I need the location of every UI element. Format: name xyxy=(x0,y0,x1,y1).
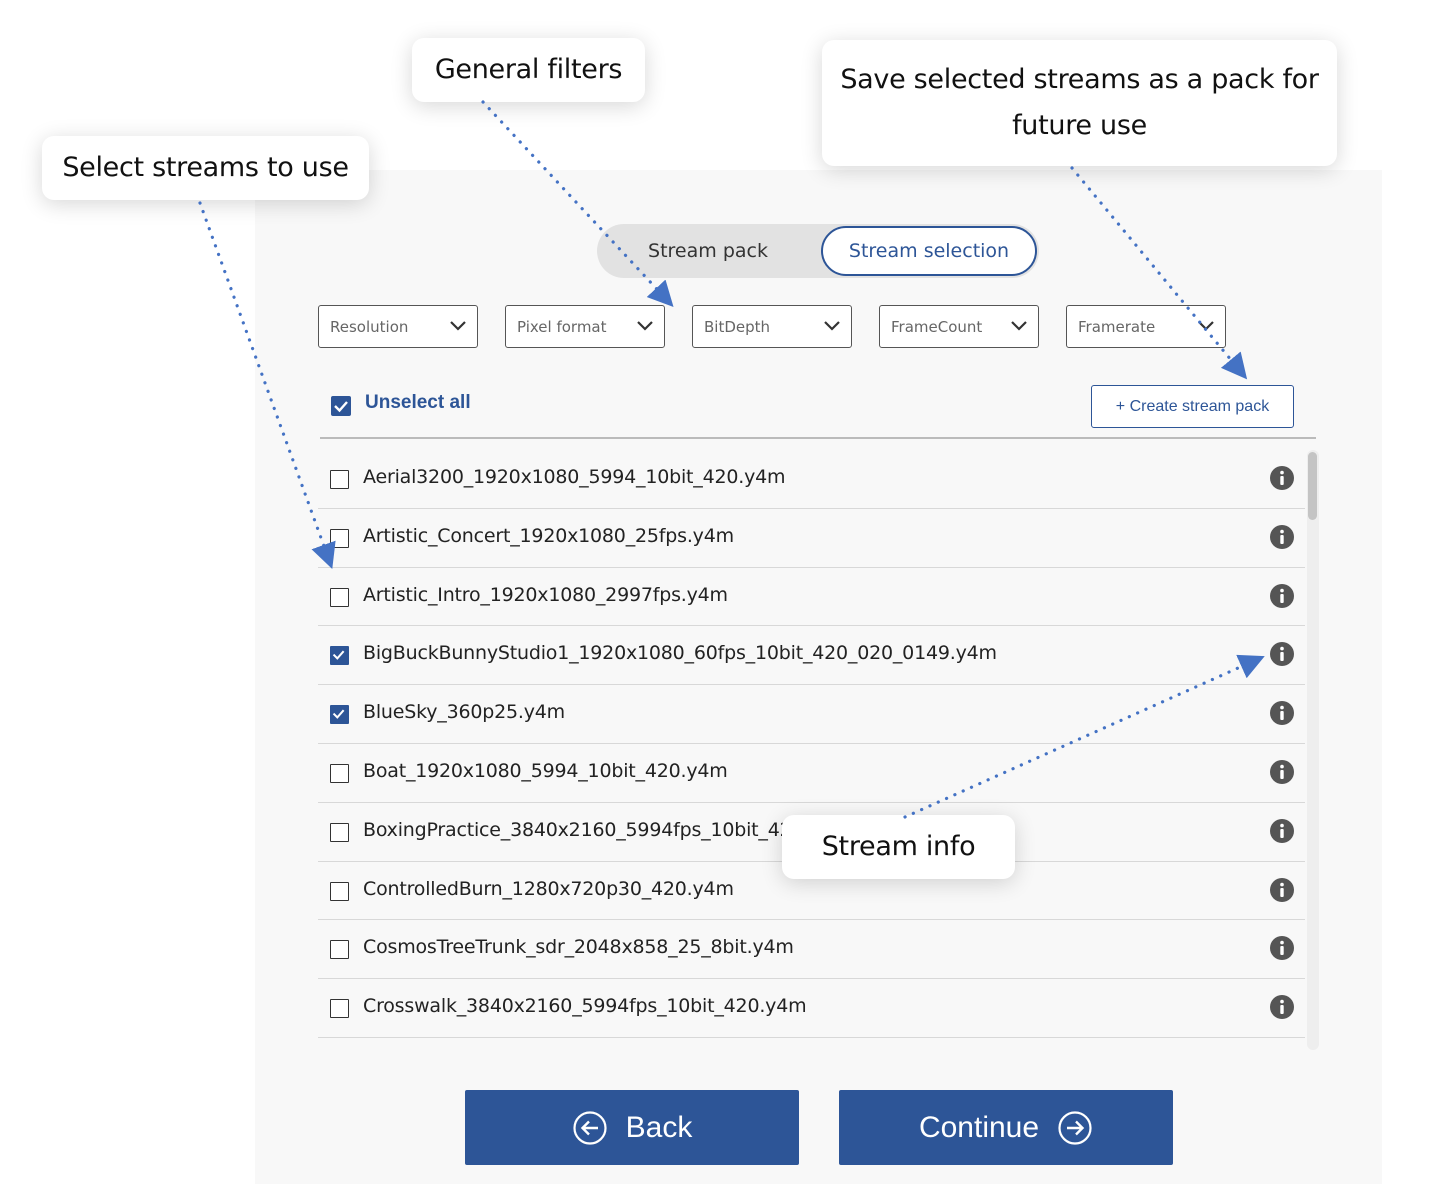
check-icon xyxy=(332,650,345,661)
stream-name: CosmosTreeTrunk_sdr_2048x858_25_8bit.y4m xyxy=(363,936,794,959)
callout-save-pack: Save selected streams as a pack for futu… xyxy=(822,40,1337,166)
stream-name: Artistic_Intro_1920x1080_2997fps.y4m xyxy=(363,583,728,606)
back-button[interactable]: Back xyxy=(465,1090,799,1165)
stream-checkbox[interactable] xyxy=(330,528,349,548)
filter-label: Framerate xyxy=(1078,317,1156,336)
info-icon[interactable] xyxy=(1270,759,1294,784)
filter-label: Pixel format xyxy=(517,317,607,336)
callout-text: future use xyxy=(1012,110,1147,141)
pixel-format-filter[interactable]: Pixel format xyxy=(505,305,665,348)
filter-label: FrameCount xyxy=(891,317,983,336)
stream-name: Boat_1920x1080_5994_10bit_420.y4m xyxy=(363,759,728,782)
filter-label: Resolution xyxy=(330,317,409,336)
arrow-right-circle-icon xyxy=(1058,1110,1092,1145)
chevron-down-icon xyxy=(637,321,653,331)
callout-text: General filters xyxy=(434,54,623,85)
stream-name: BoxingPractice_3840x2160_5994fps_10bit_4… xyxy=(363,818,851,841)
resolution-filter[interactable]: Resolution xyxy=(318,305,478,348)
stream-checkbox[interactable] xyxy=(330,763,349,783)
info-icon[interactable] xyxy=(1270,818,1294,843)
stream-row[interactable]: Crosswalk_3840x2160_5994fps_10bit_420.y4… xyxy=(318,979,1305,1038)
stream-name: ControlledBurn_1280x720p30_420.y4m xyxy=(363,877,734,900)
bitdepth-filter[interactable]: BitDepth xyxy=(692,305,852,348)
scrollbar-thumb[interactable] xyxy=(1308,452,1317,520)
scrollbar-track[interactable] xyxy=(1307,450,1319,1050)
check-icon xyxy=(334,401,348,413)
stream-row[interactable]: Aerial3200_1920x1080_5994_10bit_420.y4m xyxy=(318,450,1305,509)
stream-row[interactable]: CosmosTreeTrunk_sdr_2048x858_25_8bit.y4m xyxy=(318,920,1305,980)
continue-button[interactable]: Continue xyxy=(839,1090,1173,1165)
stream-name: Artistic_Concert_1920x1080_25fps.y4m xyxy=(363,524,734,547)
unselect-all-checkbox[interactable] xyxy=(331,396,351,416)
stream-checkbox[interactable] xyxy=(330,705,349,725)
info-icon[interactable] xyxy=(1270,995,1294,1020)
info-icon[interactable] xyxy=(1270,583,1294,608)
stream-name: Crosswalk_3840x2160_5994fps_10bit_420.y4… xyxy=(363,995,807,1018)
callout-text: Select streams to use xyxy=(62,152,349,183)
stream-checkbox[interactable] xyxy=(330,999,349,1019)
stream-row[interactable]: BlueSky_360p25.y4m xyxy=(318,685,1305,744)
stream-row[interactable]: Artistic_Intro_1920x1080_2997fps.y4m xyxy=(318,568,1305,627)
info-icon[interactable] xyxy=(1270,877,1294,902)
continue-label: Continue xyxy=(918,1110,1040,1144)
info-icon[interactable] xyxy=(1270,701,1294,726)
info-icon[interactable] xyxy=(1270,466,1294,490)
callout-text: Save selected streams as a pack for xyxy=(840,64,1319,95)
info-icon[interactable] xyxy=(1270,936,1294,961)
filter-label: BitDepth xyxy=(704,317,771,336)
stream-checkbox[interactable] xyxy=(330,470,349,489)
chevron-down-icon xyxy=(824,321,840,331)
stream-checkbox[interactable] xyxy=(330,646,349,666)
stream-row[interactable]: BigBuckBunnyStudio1_1920x1080_60fps_10bi… xyxy=(318,626,1305,686)
stream-name: BlueSky_360p25.y4m xyxy=(363,701,565,724)
chevron-down-icon xyxy=(1198,321,1214,331)
stream-checkbox[interactable] xyxy=(330,822,349,842)
stream-pack-tab[interactable]: Stream pack xyxy=(597,224,819,278)
info-icon[interactable] xyxy=(1270,524,1294,549)
stream-checkbox[interactable] xyxy=(330,587,349,607)
callout-select-streams: Select streams to use xyxy=(42,136,369,200)
framerate-filter[interactable]: Framerate xyxy=(1066,305,1226,348)
stream-selection-tab[interactable]: Stream selection xyxy=(821,226,1037,276)
check-icon xyxy=(332,709,345,720)
callout-stream-info: Stream info xyxy=(782,815,1015,879)
chevron-down-icon xyxy=(1011,321,1027,331)
stream-name: Aerial3200_1920x1080_5994_10bit_420.y4m xyxy=(363,466,786,488)
stream-name: BigBuckBunnyStudio1_1920x1080_60fps_10bi… xyxy=(363,642,997,665)
arrow-left-circle-icon xyxy=(573,1110,607,1145)
back-label: Back xyxy=(625,1110,693,1144)
stream-list: Aerial3200_1920x1080_5994_10bit_420.y4m A… xyxy=(318,450,1305,1038)
list-divider xyxy=(320,437,1316,439)
stream-checkbox[interactable] xyxy=(330,881,349,901)
stream-row[interactable]: Artistic_Concert_1920x1080_25fps.y4m xyxy=(318,509,1305,568)
info-icon[interactable] xyxy=(1270,642,1294,667)
callout-text: Stream info xyxy=(821,831,976,862)
chevron-down-icon xyxy=(450,321,466,331)
mode-toggle: Stream pack Stream selection xyxy=(597,224,1039,278)
stream-row[interactable]: Boat_1920x1080_5994_10bit_420.y4m xyxy=(318,744,1305,803)
create-stream-pack-button[interactable]: + Create stream pack xyxy=(1091,385,1294,428)
framecount-filter[interactable]: FrameCount xyxy=(879,305,1039,348)
callout-general-filters: General filters xyxy=(412,38,645,102)
unselect-all-label[interactable]: Unselect all xyxy=(365,392,471,414)
stream-checkbox[interactable] xyxy=(330,940,349,960)
